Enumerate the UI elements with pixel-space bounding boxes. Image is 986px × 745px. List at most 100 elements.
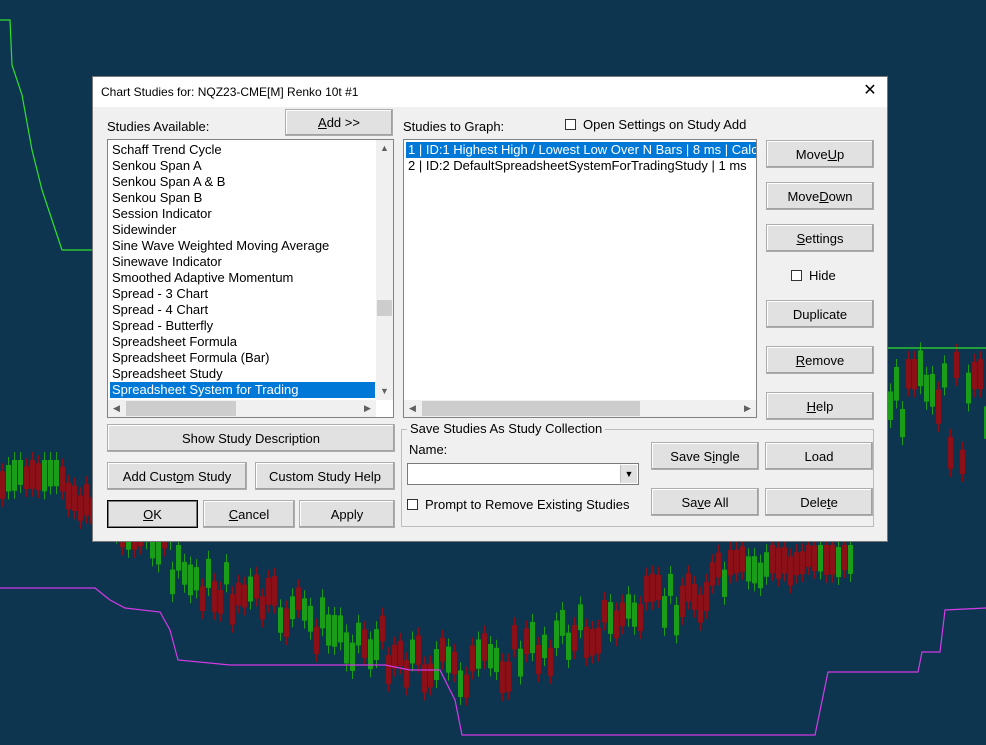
- available-study-item[interactable]: Senkou Span A: [110, 158, 375, 174]
- candle-body: [978, 359, 983, 390]
- candle-body: [794, 552, 799, 576]
- available-study-item[interactable]: Spreadsheet System for Trading: [110, 382, 375, 398]
- chevron-down-icon[interactable]: ▼: [620, 465, 637, 483]
- custom-study-help-button[interactable]: Custom Study Help: [255, 462, 395, 490]
- candle-body: [746, 556, 751, 582]
- available-study-item[interactable]: Sinewave Indicator: [110, 254, 375, 270]
- available-study-item[interactable]: Senkou Span A & B: [110, 174, 375, 190]
- candle-body: [668, 573, 673, 596]
- available-vertical-scrollbar[interactable]: ▲ ▼: [376, 140, 393, 400]
- open-settings-checkbox[interactable]: [565, 119, 576, 130]
- candle-body: [206, 558, 211, 588]
- scroll-up-icon[interactable]: ▲: [376, 140, 393, 157]
- scroll-right-icon[interactable]: ▶: [359, 400, 376, 417]
- candle-body: [776, 547, 781, 579]
- candle-body: [410, 639, 415, 664]
- scroll-left-icon[interactable]: ◀: [404, 400, 421, 417]
- scroll-down-icon[interactable]: ▼: [376, 383, 393, 400]
- candle-body: [176, 545, 181, 571]
- available-study-item[interactable]: Spreadsheet Formula (Bar): [110, 350, 375, 366]
- candle-body: [734, 549, 739, 574]
- candle-body: [236, 582, 241, 606]
- show-study-description-button[interactable]: Show Study Description: [107, 424, 395, 452]
- candle-body: [386, 655, 391, 684]
- available-study-item[interactable]: Smoothed Adaptive Momentum: [110, 270, 375, 286]
- candle-body: [806, 545, 811, 568]
- available-study-item[interactable]: Spread - Butterfly: [110, 318, 375, 334]
- scroll-right-icon[interactable]: ▶: [739, 400, 756, 417]
- graph-horizontal-scrollbar[interactable]: ◀ ▶: [404, 400, 756, 417]
- candle-body: [284, 608, 289, 637]
- scroll-thumb[interactable]: [377, 300, 392, 316]
- candle-body: [434, 649, 439, 681]
- available-study-item[interactable]: Schaff Trend Cycle: [110, 142, 375, 158]
- h-scroll-thumb[interactable]: [126, 401, 236, 416]
- candle-body: [710, 562, 715, 586]
- candle-body: [888, 391, 893, 421]
- candle-body: [446, 646, 451, 673]
- help-button[interactable]: Help: [766, 392, 874, 420]
- studies-to-graph-list[interactable]: 1 | ID:1 Highest High / Lowest Low Over …: [403, 139, 757, 418]
- candle-body: [800, 551, 805, 574]
- graph-study-item[interactable]: 1 | ID:1 Highest High / Lowest Low Over …: [406, 142, 756, 158]
- move-up-button[interactable]: Move Up: [766, 140, 874, 168]
- delete-button[interactable]: Dele t e: [765, 488, 873, 516]
- candle-body: [542, 634, 547, 659]
- candle-body: [566, 632, 571, 660]
- candle-body: [84, 484, 89, 516]
- available-study-item[interactable]: Senkou Span B: [110, 190, 375, 206]
- collection-name-combo[interactable]: ▼: [407, 463, 639, 485]
- open-settings-label: Open Settings on Study Add: [583, 117, 747, 132]
- available-study-item[interactable]: Spreadsheet Study: [110, 366, 375, 382]
- available-study-item[interactable]: Spreadsheet Formula: [110, 334, 375, 350]
- candle-body: [392, 644, 397, 669]
- graph-study-item[interactable]: 2 | ID:2 DefaultSpreadsheetSystemForTrad…: [406, 158, 756, 174]
- move-down-button[interactable]: Move Down: [766, 182, 874, 210]
- ok-button[interactable]: OK: [107, 500, 198, 528]
- cancel-button[interactable]: Cancel: [203, 500, 295, 528]
- save-all-button[interactable]: Sa v e All: [651, 488, 759, 516]
- candle-body: [194, 567, 199, 591]
- duplicate-button[interactable]: Duplicate: [766, 300, 874, 328]
- save-single-button[interactable]: Save Si ngle: [651, 442, 759, 470]
- candle-body: [632, 602, 637, 627]
- candle-body: [662, 596, 667, 628]
- candle-body: [6, 465, 11, 492]
- candle-body: [812, 545, 817, 571]
- load-button[interactable]: Load: [765, 442, 873, 470]
- available-study-item[interactable]: Spread - 3 Chart: [110, 286, 375, 302]
- candle-body: [428, 663, 433, 688]
- available-study-item[interactable]: Sine Wave Weighted Moving Average: [110, 238, 375, 254]
- prompt-remove-checkbox[interactable]: [407, 499, 418, 510]
- candle-body: [278, 607, 283, 633]
- available-horizontal-scrollbar[interactable]: ◀ ▶: [108, 400, 376, 417]
- candle-body: [788, 556, 793, 586]
- remove-button[interactable]: Remove: [766, 346, 874, 374]
- prompt-remove-label: Prompt to Remove Existing Studies: [425, 497, 630, 512]
- hide-label: Hide: [809, 268, 836, 283]
- candle-body: [332, 615, 337, 647]
- green-indicator-line: [0, 19, 95, 251]
- candle-body: [924, 374, 929, 402]
- hide-checkbox[interactable]: [791, 270, 802, 281]
- add-custom-study-button[interactable]: Add Cust o m Study: [107, 462, 247, 490]
- available-study-item[interactable]: Session Indicator: [110, 206, 375, 222]
- candle-body: [248, 576, 253, 602]
- studies-available-list[interactable]: Schaff Trend Cycle Senkou Span A Senkou Sp…: [107, 139, 394, 418]
- add-button[interactable]: Add >>: [285, 109, 393, 136]
- settings-button[interactable]: Settings: [766, 224, 874, 252]
- candle-body: [740, 546, 745, 572]
- close-icon[interactable]: ✕: [861, 82, 879, 100]
- available-study-item[interactable]: Spread - 4 Chart: [110, 302, 375, 318]
- candle-body: [66, 482, 71, 510]
- candle-body: [242, 584, 247, 608]
- candle-body: [12, 460, 17, 491]
- apply-button[interactable]: Apply: [299, 500, 395, 528]
- candle-body: [942, 363, 947, 388]
- scroll-left-icon[interactable]: ◀: [108, 400, 125, 417]
- candle-body: [260, 596, 265, 620]
- candle-body: [584, 626, 589, 659]
- available-study-item[interactable]: Sidewinder: [110, 222, 375, 238]
- candle-body: [188, 564, 193, 596]
- h-scroll-thumb[interactable]: [422, 401, 640, 416]
